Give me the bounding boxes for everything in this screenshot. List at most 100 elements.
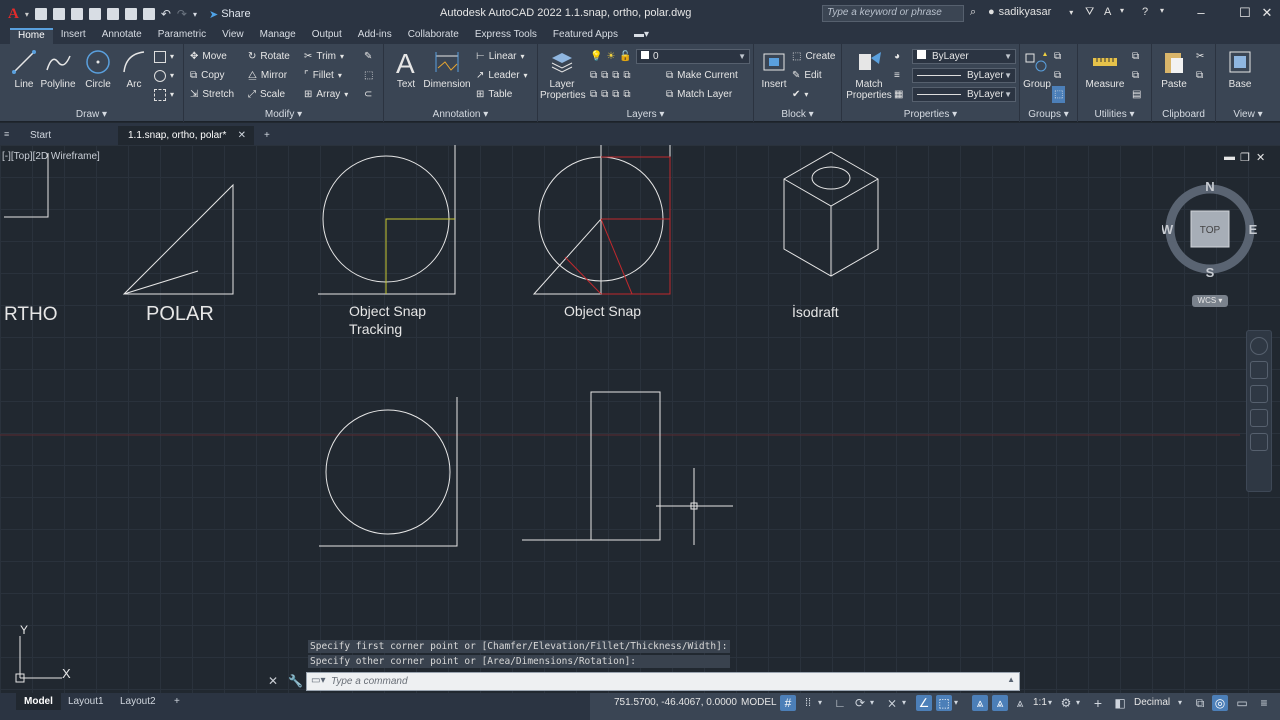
match-layer-button[interactable]: ⧉ Match Layer (666, 86, 732, 103)
layer-dropdown[interactable]: 0 ▼ (636, 49, 750, 64)
redo-icon[interactable]: ↷ (177, 7, 187, 21)
tab-output[interactable]: Output (304, 28, 350, 44)
annotation-scale-icon[interactable]: ⩓ (1012, 695, 1028, 711)
color-dropdown[interactable]: ByLayer ▼ (912, 49, 1016, 64)
layers-panel-title[interactable]: Layers ▾ (538, 109, 753, 120)
save-as-icon[interactable] (88, 8, 101, 20)
layer-on-all-icon[interactable]: ⧉ (623, 89, 630, 100)
wcs-menu[interactable]: WCS ▾ (1192, 295, 1228, 307)
command-input[interactable]: ▭▾ Type a command ▲ (306, 672, 1020, 691)
start-tab[interactable]: Start (20, 126, 61, 145)
annotation-monitor-icon[interactable]: + (1090, 695, 1106, 711)
app-menu-chevron-icon[interactable]: ▾ (25, 10, 29, 19)
measure-button[interactable]: Measure (1080, 48, 1130, 90)
rectangle-button[interactable]: ▾ (154, 48, 174, 65)
block-attributes-button[interactable]: ✔ ▾ (792, 86, 808, 103)
layer-isolate-icon[interactable]: ⧉ (590, 70, 597, 81)
osnap-toggle-icon[interactable]: ⬚ (936, 695, 952, 711)
new-tab-button[interactable]: + (254, 126, 280, 145)
orbit-icon[interactable] (1250, 409, 1268, 427)
command-recent-icon[interactable]: ▭▾ (311, 675, 325, 686)
search-input[interactable]: Type a keyword or phrase (822, 5, 964, 22)
help-icon[interactable]: ? (1142, 6, 1148, 18)
tab-add-ins[interactable]: Add-ins (350, 28, 400, 44)
linetype-dropdown[interactable]: ByLayer ▼ (912, 87, 1016, 102)
layer-unlock-all-icon[interactable]: ⧉ (601, 89, 608, 100)
tab-annotate[interactable]: Annotate (94, 28, 150, 44)
annotation-panel-title[interactable]: Annotation ▾ (384, 109, 537, 120)
tab-view[interactable]: View (214, 28, 252, 44)
new-file-icon[interactable] (34, 8, 47, 20)
lineweight-dropdown[interactable]: ByLayer ▼ (912, 68, 1016, 83)
clean-screen-icon[interactable]: ▭ (1234, 695, 1250, 711)
model-tab[interactable]: Model (16, 693, 61, 710)
quick-properties-icon[interactable]: ⧉ (1192, 695, 1208, 711)
otrack-toggle-icon[interactable]: ∠ (916, 695, 932, 711)
layer-freeze-icon[interactable]: ⧉ (612, 70, 619, 81)
a360-icon[interactable]: A (1104, 6, 1111, 18)
showmotion-icon[interactable] (1250, 433, 1268, 451)
insert-block-button[interactable]: Insert (756, 48, 792, 90)
compass-n-label[interactable]: N (1205, 179, 1214, 194)
print-icon[interactable] (142, 8, 155, 20)
steering-wheel-icon[interactable] (1250, 337, 1268, 355)
save-icon[interactable] (70, 8, 83, 20)
snap-toggle-icon[interactable]: ⁞⁞ (800, 695, 816, 711)
copy-button[interactable]: ⧉ Copy (190, 67, 225, 84)
layout1-tab[interactable]: Layout1 (60, 693, 112, 710)
quick-select-icon[interactable]: ⧉ (1132, 48, 1139, 65)
copy-clip-icon[interactable]: ⧉ (1196, 67, 1203, 84)
compass-e-label[interactable]: E (1249, 222, 1258, 237)
tab-insert[interactable]: Insert (53, 28, 94, 44)
command-customize-icon[interactable]: 🔧 (288, 674, 303, 688)
layer-properties-button[interactable]: Layer Properties (540, 48, 586, 101)
group-button[interactable]: Group (1020, 48, 1054, 90)
layer-lock-icon[interactable]: ⧉ (590, 89, 597, 100)
command-expand-icon[interactable]: ▲ (1007, 675, 1015, 684)
leader-button[interactable]: ↗ Leader ▾ (476, 67, 528, 84)
cut-icon[interactable]: ✂ (1196, 48, 1204, 65)
share-button[interactable]: ➤ Share (209, 8, 251, 21)
workspace-gear-icon[interactable]: ⚙ (1058, 695, 1074, 711)
erase-button[interactable]: ✎ (364, 48, 372, 65)
layer-off-icon[interactable]: ⧉ (623, 70, 630, 81)
match-properties-button[interactable]: Match Properties (844, 48, 894, 101)
user-menu[interactable]: ● sadikyasar ▾ (988, 6, 1073, 18)
minimize-button[interactable]: – (1186, 4, 1216, 22)
tab-parametric[interactable]: Parametric (150, 28, 214, 44)
isodraft-toggle-icon[interactable]: ⨯ (884, 695, 900, 711)
osnap-chevron-icon[interactable]: ▾ (954, 695, 970, 711)
cart-icon[interactable]: ⛛ (1085, 6, 1094, 19)
view-panel-title[interactable]: View ▾ (1216, 109, 1280, 120)
linear-dim-button[interactable]: ⊢ Linear ▾ (476, 48, 525, 65)
move-button[interactable]: ✥ Move (190, 48, 227, 65)
pan-hand-icon[interactable] (1250, 361, 1268, 379)
coordinates-display[interactable]: 751.5700, -46.4067, 0.0000 (614, 697, 737, 708)
viewcube[interactable]: TOP N S E W (1162, 175, 1258, 285)
annotation-scale-dropdown[interactable]: 1:1 (1033, 697, 1047, 708)
layer-unlock-icon[interactable]: 🔓 (619, 51, 631, 62)
units-dropdown[interactable]: Decimal (1134, 697, 1170, 708)
rotate-button[interactable]: ↻ Rotate (248, 48, 290, 65)
utilities-panel-title[interactable]: Utilities ▾ (1078, 109, 1151, 120)
ungroup-icon[interactable]: ⧉ (1054, 48, 1061, 65)
layer-on-icon[interactable]: 💡 (590, 51, 602, 62)
stretch-button[interactable]: ⇲ Stretch (190, 86, 234, 103)
create-block-button[interactable]: ⬚ Create (792, 48, 835, 65)
help-chevron-icon[interactable]: ▾ (1160, 6, 1164, 15)
units-icon[interactable]: ◧ (1112, 695, 1128, 711)
base-view-button[interactable]: Base (1220, 48, 1260, 90)
command-close-icon[interactable]: ✕ (268, 674, 278, 688)
modify-panel-title[interactable]: Modify ▾ (184, 109, 383, 120)
compass-w-label[interactable]: W (1162, 222, 1174, 237)
a360-chevron-icon[interactable]: ▾ (1120, 6, 1124, 15)
mirror-button[interactable]: ⧋ Mirror (248, 67, 287, 84)
open-file-icon[interactable] (52, 8, 65, 20)
arc-button[interactable]: Arc (112, 48, 156, 90)
add-layout-button[interactable]: + (166, 693, 188, 710)
tab-express-tools[interactable]: Express Tools (467, 28, 545, 44)
close-tab-icon[interactable]: ✕ (238, 126, 246, 145)
model-space-toggle[interactable]: MODEL (741, 697, 777, 708)
layer-unisolate-icon[interactable]: ⧉ (601, 70, 608, 81)
layer-thaw-icon[interactable]: ☀ (606, 51, 615, 62)
